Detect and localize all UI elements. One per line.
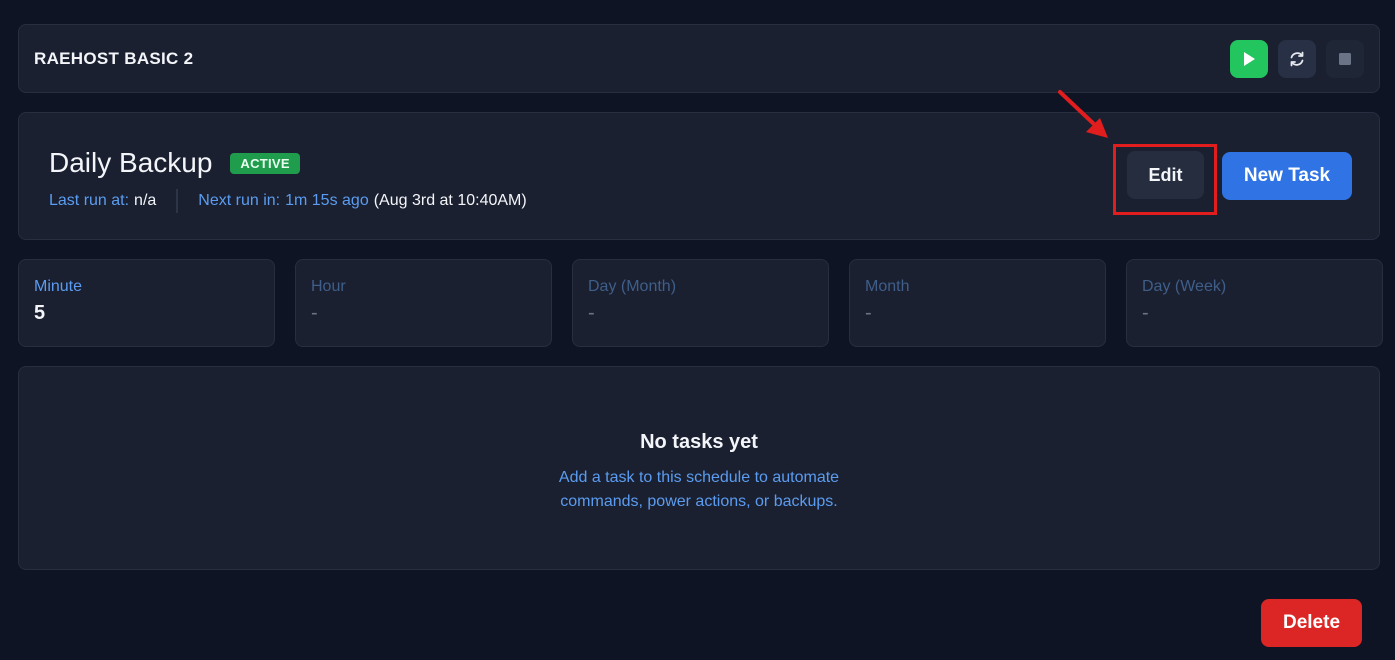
tasks-empty-state: No tasks yet Add a task to this schedule… [18,366,1380,570]
server-name: RAEHOST BASIC 2 [34,48,194,68]
last-run-value: n/a [134,192,157,209]
play-icon [1244,51,1255,66]
schedule-meta: Last run at: n/a Next run in: 1m 15s ago… [49,189,527,213]
cron-fields: Minute 5 Hour - Day (Month) - Month - Da… [18,259,1383,347]
cron-label: Day (Week) [1142,278,1227,295]
cron-label: Month [865,278,910,295]
cron-value: - [588,302,595,324]
schedule-title-row: Daily Backup ACTIVE [49,147,300,179]
stop-icon [1339,52,1351,65]
stop-button[interactable] [1326,39,1364,78]
start-button[interactable] [1230,39,1268,78]
next-run-date: (Aug 3rd at 10:40AM) [373,192,527,209]
cron-hour: Hour - [295,259,552,347]
cron-minute: Minute 5 [18,259,275,347]
new-task-button[interactable]: New Task [1222,152,1352,200]
cron-day-week: Day (Week) - [1126,259,1383,347]
schedule-title: Daily Backup [49,147,213,178]
cron-day-month: Day (Month) - [572,259,829,347]
cron-value: - [865,302,872,324]
restart-button[interactable] [1278,39,1316,78]
last-run-label: Last run at: [49,192,130,209]
next-run-label: Next run in: [198,192,281,209]
cron-label: Day (Month) [588,278,677,295]
status-badge: ACTIVE [230,152,300,174]
empty-title: No tasks yet [640,431,758,453]
cron-label: Hour [311,278,346,295]
annotation-arrow-icon [1058,90,1108,138]
power-controls [1230,39,1364,78]
empty-description: Add a task to this schedule to automate … [558,469,840,510]
cron-label: Minute [34,278,83,295]
cron-value: - [1142,302,1149,324]
schedule-page: RAEHOST BASIC 2 Daily Backup ACTIVE Last… [0,0,1395,660]
schedule-header: Daily Backup ACTIVE Last run at: n/a Nex… [18,112,1380,240]
next-run-value: 1m 15s ago [285,192,369,209]
server-bar: RAEHOST BASIC 2 [18,24,1380,93]
cron-value: - [311,302,318,324]
refresh-icon [1290,51,1304,66]
meta-divider [176,189,179,213]
edit-button[interactable]: Edit [1127,151,1204,199]
cron-value: 5 [34,302,46,324]
delete-button[interactable]: Delete [1261,599,1362,647]
cron-month: Month - [849,259,1106,347]
